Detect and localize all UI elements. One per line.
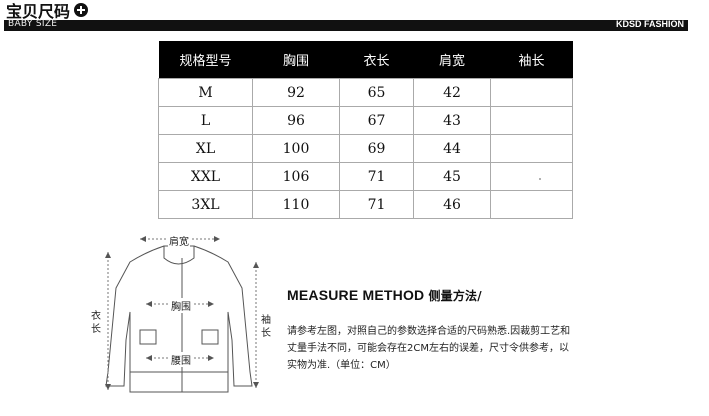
chest-cell: 110 bbox=[252, 190, 340, 219]
shoulder-cell: 43 bbox=[413, 106, 491, 135]
decorative-dot bbox=[539, 178, 541, 180]
sleeve-label: 袖长 bbox=[261, 315, 271, 339]
measure-title-en: MEASURE METHOD bbox=[287, 287, 425, 303]
table-row: M 92 65 42 bbox=[158, 78, 573, 107]
table-row: L 96 67 43 bbox=[158, 106, 573, 135]
size-table: 规格型号 胸围 衣长 肩宽 袖长 M 92 65 42 L 96 67 43 X… bbox=[158, 41, 573, 219]
length-cell: 67 bbox=[339, 106, 414, 135]
length-cell: 65 bbox=[339, 78, 414, 107]
measure-line-1: 请参考左图，对照自己的参数选择合适的尺码熟悉.因裁剪工艺和 bbox=[287, 326, 571, 337]
waist-label: 腰围 bbox=[170, 352, 192, 367]
size-cell: M bbox=[158, 78, 253, 107]
header-bar: BABY SIZE KDSD FASHION bbox=[4, 19, 688, 31]
column-header-length: 衣长 bbox=[339, 41, 414, 79]
sleeve-cell bbox=[490, 78, 573, 107]
jacket-diagram: 肩宽 胸围 腰围 衣长 袖长 bbox=[80, 222, 280, 412]
size-cell: L bbox=[158, 106, 253, 135]
chest-cell: 106 bbox=[252, 162, 340, 191]
chest-cell: 100 bbox=[252, 134, 340, 163]
header-title: 宝贝尺码 bbox=[6, 1, 89, 21]
brand-name: KDSD FASHION bbox=[615, 19, 684, 29]
table-row: XL 100 69 44 bbox=[158, 134, 573, 163]
measure-description: 请参考左图，对照自己的参数选择合适的尺码熟悉.因裁剪工艺和 丈量手法不同，可能会… bbox=[287, 323, 637, 374]
chest-cell: 92 bbox=[252, 78, 340, 107]
chest-cell: 96 bbox=[252, 106, 340, 135]
sleeve-cell bbox=[490, 162, 573, 191]
sleeve-cell bbox=[490, 190, 573, 219]
shoulder-label: 肩宽 bbox=[168, 233, 190, 248]
size-cell: XXL bbox=[158, 162, 253, 191]
column-header-chest: 胸围 bbox=[252, 41, 340, 79]
shoulder-cell: 46 bbox=[413, 190, 491, 219]
sleeve-cell bbox=[490, 134, 573, 163]
measure-method-title: MEASURE METHOD 侧量方法/ bbox=[287, 287, 482, 304]
size-cell: XL bbox=[158, 134, 253, 163]
column-header-sleeve: 袖长 bbox=[490, 41, 573, 79]
sleeve-cell bbox=[490, 106, 573, 135]
shoulder-cell: 45 bbox=[413, 162, 491, 191]
length-cell: 71 bbox=[339, 162, 414, 191]
plus-circle-icon bbox=[74, 3, 89, 17]
shoulder-cell: 42 bbox=[413, 78, 491, 107]
table-header-row: 规格型号 胸围 衣长 肩宽 袖长 bbox=[158, 41, 573, 79]
chest-label: 胸围 bbox=[170, 298, 192, 313]
header-subtitle: BABY SIZE bbox=[8, 19, 58, 29]
column-header-size: 规格型号 bbox=[158, 41, 253, 79]
shoulder-cell: 44 bbox=[413, 134, 491, 163]
column-header-shoulder: 肩宽 bbox=[413, 41, 491, 79]
length-label: 衣长 bbox=[91, 311, 101, 335]
table-row: 3XL 110 71 46 bbox=[158, 190, 573, 219]
size-cell: 3XL bbox=[158, 190, 253, 219]
length-cell: 71 bbox=[339, 190, 414, 219]
jacket-outline-icon bbox=[105, 236, 259, 393]
measure-line-3: 实物为准.（单位：CM） bbox=[287, 360, 396, 371]
length-cell: 69 bbox=[339, 134, 414, 163]
measure-title-zh: 侧量方法/ bbox=[428, 289, 482, 303]
table-row: XXL 106 71 45 bbox=[158, 162, 573, 191]
measure-line-2: 丈量手法不同，可能会存在2CM左右的误差，尺寸令供参考，以 bbox=[287, 343, 569, 354]
